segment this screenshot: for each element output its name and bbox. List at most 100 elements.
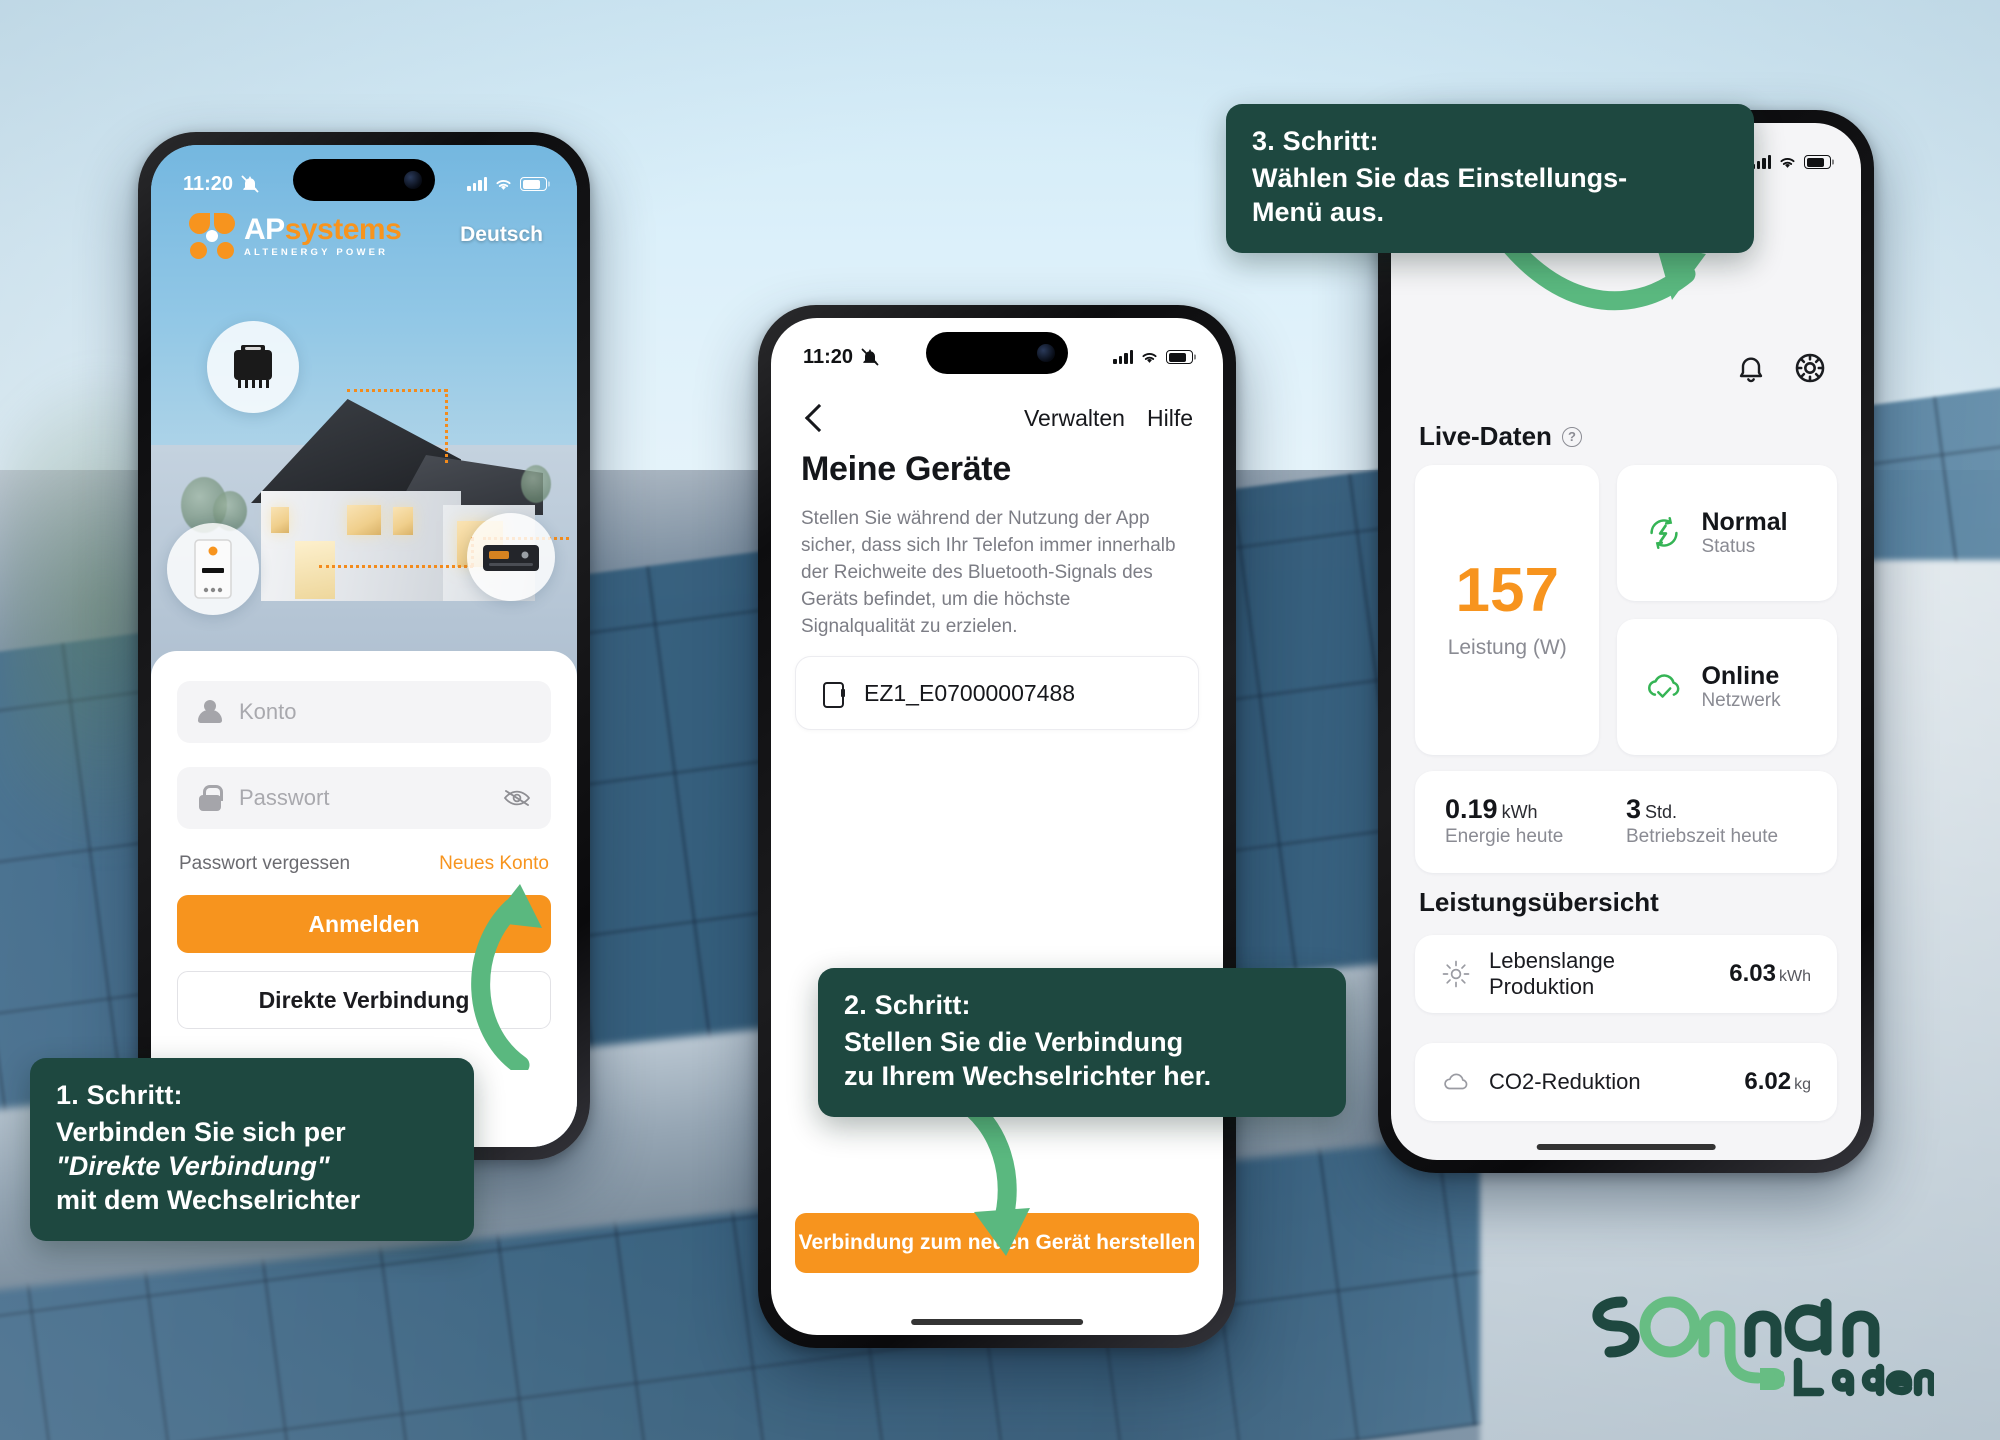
cloud-check-icon <box>1643 666 1685 708</box>
callout-1-line-1: Verbinden Sie sich per <box>56 1117 346 1147</box>
device-list-item[interactable]: EZ1_E07000007488 <box>795 656 1199 730</box>
network-value: Online <box>1701 661 1780 690</box>
live-data-heading: Live-Daten ? <box>1419 421 1582 452</box>
connection-line <box>319 565 473 568</box>
callout-2-line-1: Stellen Sie die Verbindung <box>844 1027 1184 1057</box>
overview-title: Leistungsübersicht <box>1419 887 1659 917</box>
password-field[interactable]: Passwort <box>177 767 551 829</box>
connection-line <box>347 389 447 392</box>
storage-unit-badge <box>467 513 555 601</box>
live-data-title: Live-Daten <box>1419 421 1552 451</box>
inverter-badge <box>207 321 299 413</box>
plug-icon <box>1760 1368 1785 1390</box>
account-placeholder: Konto <box>239 699 297 724</box>
production-value: 6.03 <box>1729 960 1776 987</box>
wifi-icon <box>1142 352 1157 363</box>
bell-slash-icon <box>241 175 259 193</box>
manage-button[interactable]: Verwalten <box>1024 405 1125 432</box>
runtime-today-metric: 3 Std. Betriebszeit heute <box>1626 794 1807 850</box>
eye-off-icon[interactable] <box>503 788 531 808</box>
infographic-canvas: 11:20 APsystems ALTENERGY POWER Deutsch … <box>0 0 2000 1440</box>
network-label: Netzwerk <box>1701 690 1781 712</box>
status-card: Normal Status <box>1617 465 1837 601</box>
network-card: Online Netzwerk <box>1617 619 1837 755</box>
energy-today-value: 0.19 <box>1445 794 1498 825</box>
callout-2-line-2: zu Ihrem Wechselrichter her. <box>844 1061 1212 1092</box>
step-1-arrow <box>450 880 600 1075</box>
login-links: Passwort vergessen Neues Konto <box>179 853 549 875</box>
overview-heading: Leistungsübersicht <box>1419 887 1659 918</box>
energy-today-metric: 0.19 kWh Energie heute <box>1445 794 1626 850</box>
bell-icon[interactable] <box>1735 351 1767 385</box>
sonnen-laden-logo <box>1574 1268 1937 1398</box>
microinverter-icon <box>234 345 272 388</box>
help-button[interactable]: Hilfe <box>1147 405 1193 432</box>
page-description: Stellen Sie während der Nutzung der App … <box>801 508 1176 637</box>
home-indicator <box>911 1319 1083 1325</box>
info-icon[interactable]: ? <box>1561 426 1582 447</box>
production-name: Lebenslange Produktion <box>1489 948 1616 999</box>
runtime-today-value: 3 <box>1626 794 1642 825</box>
power-value: 157 <box>1455 556 1559 625</box>
cloud-icon <box>1441 1067 1471 1097</box>
new-account-link[interactable]: Neues Konto <box>439 853 549 875</box>
status-bar: 11:20 <box>151 145 577 207</box>
callout-2-heading: 2. Schritt: <box>844 990 971 1020</box>
signal-bars-icon <box>1113 350 1133 364</box>
device-icon <box>820 680 846 708</box>
home-indicator <box>1536 1144 1716 1150</box>
back-icon[interactable] <box>801 404 829 432</box>
connection-line <box>445 389 448 463</box>
status-time: 11:20 <box>803 345 854 368</box>
wifi-icon <box>496 179 511 190</box>
language-selector[interactable]: Deutsch <box>460 223 543 247</box>
apsystems-logo: APsystems ALTENERGY POWER <box>189 212 402 259</box>
bell-slash-icon <box>861 348 879 366</box>
production-unit: kWh <box>1779 968 1811 985</box>
co2-unit: kg <box>1794 1076 1811 1093</box>
today-metrics-card: 0.19 kWh Energie heute 3 Std. Betriebszeit… <box>1415 771 1837 873</box>
callout-3-line-1: Wählen Sie das Einstellungs- <box>1252 163 1628 193</box>
account-field[interactable]: Konto <box>177 681 551 743</box>
lock-icon <box>197 785 223 811</box>
battery-icon <box>1166 350 1193 364</box>
battery-icon <box>1804 155 1831 169</box>
co2-value: 6.02 <box>1744 1068 1792 1095</box>
callout-1-line-3: mit dem Wechselrichter <box>56 1185 361 1216</box>
user-icon <box>197 699 223 725</box>
energy-today-label: Energie heute <box>1445 826 1564 848</box>
battery-icon <box>520 177 547 191</box>
wifi-icon <box>1780 157 1795 168</box>
brand-name-primary: AP <box>244 212 285 246</box>
overview-row-production[interactable]: Lebenslange Produktion 6.03 kWh <box>1415 935 1837 1013</box>
power-card: 157 Leistung (W) <box>1415 465 1600 755</box>
overview-row-co2[interactable]: CO2-Reduktion 6.02 kg <box>1415 1043 1837 1121</box>
callout-step-2: 2. Schritt: Stellen Sie die Verbindung z… <box>818 968 1346 1118</box>
callout-3-heading: 3. Schritt: <box>1252 126 1379 156</box>
callout-3-line-2: Menü aus. <box>1252 197 1385 228</box>
status-value: Normal <box>1701 507 1788 536</box>
power-label: Leistung (W) <box>1447 636 1567 659</box>
callout-1-line-2: "Direkte Verbindung" <box>56 1151 330 1182</box>
battery-unit-icon <box>194 539 232 599</box>
brand-name-secondary: systems <box>284 212 402 246</box>
battery-unit-badge <box>167 523 259 615</box>
device-name: EZ1_E07000007488 <box>864 679 1076 706</box>
callout-step-3: 3. Schritt: Wählen Sie das Einstellungs-… <box>1226 104 1754 254</box>
status-time: 11:20 <box>183 172 234 195</box>
status-label: Status <box>1701 536 1756 558</box>
nav-bar: Verwalten Hilfe <box>771 390 1223 446</box>
energy-today-unit: kWh <box>1501 802 1538 823</box>
apsystems-mark-icon <box>189 213 235 259</box>
page-title: Meine Geräte <box>801 450 1011 488</box>
signal-bars-icon <box>1751 155 1771 169</box>
signal-bars-icon <box>467 177 487 191</box>
storage-unit-icon <box>483 545 539 571</box>
dashboard-header-icons <box>1735 351 1827 385</box>
sun-icon <box>1441 959 1471 989</box>
forgot-password-link[interactable]: Passwort vergessen <box>179 853 350 875</box>
callout-1-heading: 1. Schritt: <box>56 1080 183 1110</box>
runtime-today-unit: Std. <box>1645 802 1678 823</box>
gear-icon[interactable] <box>1793 351 1827 385</box>
callout-step-1: 1. Schritt: Verbinden Sie sich per "Dire… <box>30 1058 474 1242</box>
